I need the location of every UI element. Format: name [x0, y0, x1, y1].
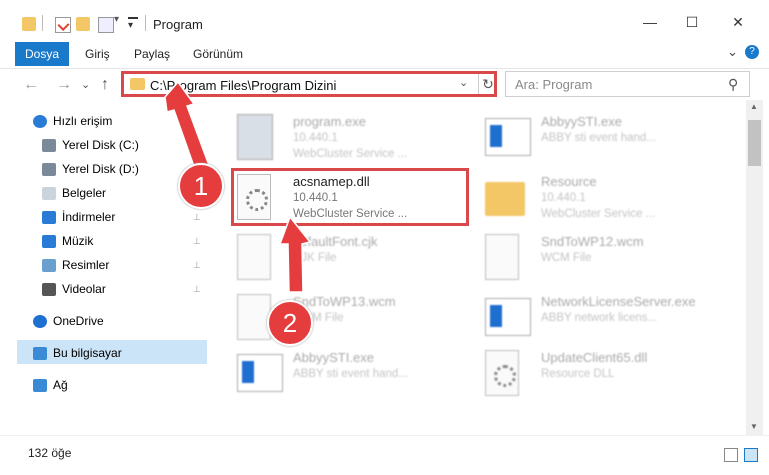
arrow-2: [278, 215, 312, 293]
step-1-badge: 1: [178, 163, 224, 209]
arrow-1: [164, 80, 211, 173]
step-2-badge: 2: [267, 300, 313, 346]
annotation-arrows: [164, 80, 312, 293]
